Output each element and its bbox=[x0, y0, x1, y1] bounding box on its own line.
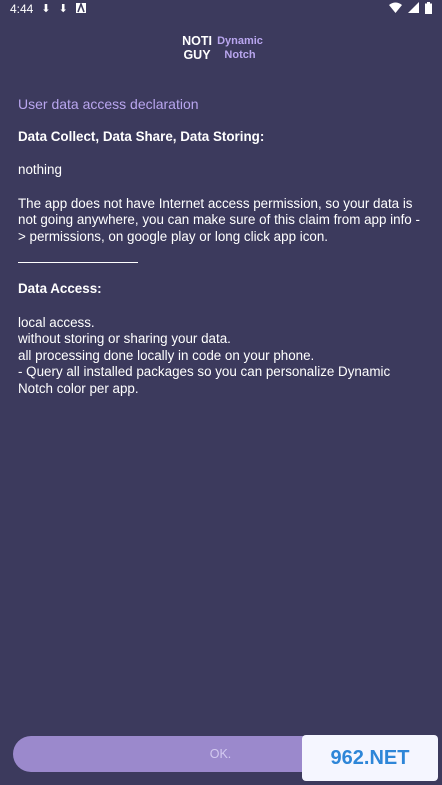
watermark-text: 962.NET bbox=[330, 746, 410, 769]
data-access-heading: Data Access: bbox=[18, 281, 102, 296]
wifi-icon bbox=[389, 2, 402, 16]
page-title: User data access declaration bbox=[18, 96, 199, 112]
status-bar: 4:44 ⬇ ⬇ bbox=[0, 0, 442, 18]
watermark-logo: 962.NET bbox=[302, 735, 438, 781]
access-line: - Query all installed packages so you ca… bbox=[18, 364, 391, 396]
permission-paragraph: The app does not have Internet access pe… bbox=[18, 195, 420, 244]
battery-icon bbox=[425, 1, 432, 17]
access-line: without storing or sharing your data. bbox=[18, 331, 231, 346]
signal-icon bbox=[408, 2, 419, 16]
status-left: 4:44 ⬇ ⬇ bbox=[10, 1, 86, 16]
app-logo: NOTI GUY Dynamic Notch bbox=[0, 34, 442, 64]
logo-right-text: Dynamic Notch bbox=[212, 34, 268, 62]
download-icon: ⬇ bbox=[58, 3, 68, 15]
declaration-content: User data access declaration Data Collec… bbox=[18, 96, 426, 397]
nothing-text: nothing bbox=[18, 162, 62, 177]
logo-right-line1: Dynamic bbox=[217, 35, 263, 47]
a-badge-icon bbox=[75, 1, 86, 16]
status-time: 4:44 bbox=[10, 2, 34, 16]
status-right bbox=[389, 1, 432, 17]
logo-right-line2: Notch bbox=[224, 49, 256, 61]
divider bbox=[18, 262, 138, 263]
download-icon: ⬇ bbox=[41, 3, 51, 15]
data-collect-heading: Data Collect, Data Share, Data Storing: bbox=[18, 128, 265, 144]
access-line: all processing done locally in code on y… bbox=[18, 347, 315, 363]
access-line: local access. bbox=[18, 314, 95, 330]
data-access-lines: local access. without storing or sharing… bbox=[18, 315, 426, 398]
